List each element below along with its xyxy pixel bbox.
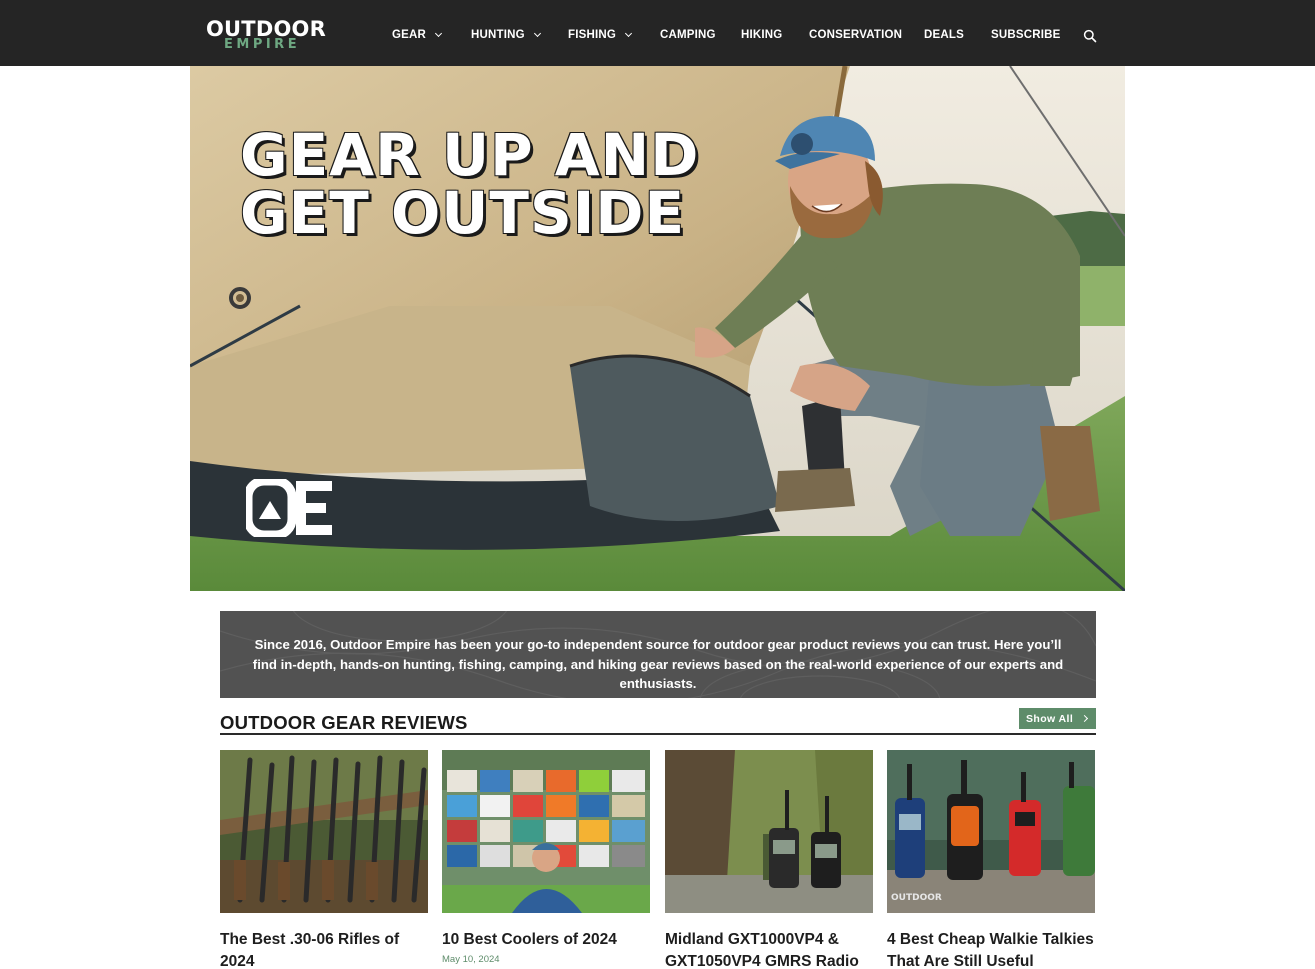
card-title[interactable]: The Best .30-06 Rifles of 2024 <box>220 929 428 969</box>
card-date: May 10, 2024 <box>442 954 500 965</box>
show-all-button[interactable]: Show All <box>1019 708 1096 729</box>
card-title[interactable]: 10 Best Coolers of 2024 <box>442 929 650 951</box>
card-title[interactable]: Midland GXT1000VP4 & GXT1050VP4 GMRS Rad… <box>665 929 873 969</box>
card-image-rifles[interactable] <box>220 750 428 913</box>
hero-headline-line1: GEAR UP AND <box>240 121 700 189</box>
intro-box: Since 2016, Outdoor Empire has been your… <box>220 611 1096 698</box>
nav-item-subscribe[interactable]: SUBSCRIBE <box>991 27 1061 43</box>
oe-logo-badge <box>243 476 336 540</box>
search-icon[interactable] <box>1083 29 1097 43</box>
section-title: OUTDOOR GEAR REVIEWS <box>220 712 468 733</box>
hero-banner: GEAR UP AND GET OUTSIDE <box>190 66 1125 591</box>
card-image-walkie-talkies[interactable]: OUTDOOR <box>887 750 1095 913</box>
card-image-coolers[interactable] <box>442 750 650 913</box>
nav-item-deals[interactable]: DEALS <box>924 27 964 43</box>
intro-text: Since 2016, Outdoor Empire has been your… <box>252 637 1064 691</box>
show-all-label: Show All <box>1026 712 1074 725</box>
site-logo[interactable]: OUTDOOR EMPIRE <box>206 19 326 55</box>
nav-item-conservation[interactable]: CONSERVATION <box>809 27 902 43</box>
reviews-section-header: OUTDOOR GEAR REVIEWS Show All <box>220 708 1096 735</box>
chevron-down-icon <box>434 29 443 38</box>
nav-item-fishing[interactable]: FISHING <box>568 27 633 43</box>
logo-wordmark-top: OUTDOOR <box>206 17 326 41</box>
logo-wordmark-bottom: EMPIRE <box>224 37 301 52</box>
chevron-down-icon <box>533 29 541 38</box>
nav-item-label: CAMPING <box>660 29 716 41</box>
review-card[interactable]: 10 Best Coolers of 2024 May 10, 2024 <box>442 750 650 965</box>
nav-item-label: HUNTING <box>471 29 525 41</box>
nav-item-hiking[interactable]: HIKING <box>741 27 782 43</box>
chevron-right-icon <box>1081 714 1089 723</box>
nav-item-hunting[interactable]: HUNTING <box>471 27 541 43</box>
nav-item-label: DEALS <box>924 29 964 41</box>
nav-item-label: CONSERVATION <box>809 29 903 41</box>
nav-item-label: SUBSCRIBE <box>991 29 1061 41</box>
hero-headline-line2: GET OUTSIDE <box>240 179 686 247</box>
chevron-down-icon <box>625 29 633 38</box>
review-card[interactable]: The Best .30-06 Rifles of 2024 <box>220 750 428 969</box>
review-card[interactable]: Midland GXT1000VP4 & GXT1050VP4 GMRS Rad… <box>665 750 873 969</box>
hero-headline: GEAR UP AND GET OUTSIDE <box>240 126 760 242</box>
nav-item-label: GEAR <box>392 29 427 41</box>
nav-item-camping[interactable]: CAMPING <box>660 27 716 43</box>
card-image-midland-radios[interactable] <box>665 750 873 913</box>
review-card[interactable]: OUTDOOR 4 Best Cheap Walkie Talkies That… <box>887 750 1095 969</box>
svg-text:OUTDOOR: OUTDOOR <box>891 893 942 903</box>
site-header: OUTDOOR EMPIRE GEAR HUNTING FISHING CAMP… <box>0 0 1315 66</box>
card-title[interactable]: 4 Best Cheap Walkie Talkies That Are Sti… <box>887 929 1095 969</box>
nav-item-label: HIKING <box>741 29 783 41</box>
nav-item-label: FISHING <box>568 29 617 41</box>
nav-item-gear[interactable]: GEAR <box>392 27 443 43</box>
